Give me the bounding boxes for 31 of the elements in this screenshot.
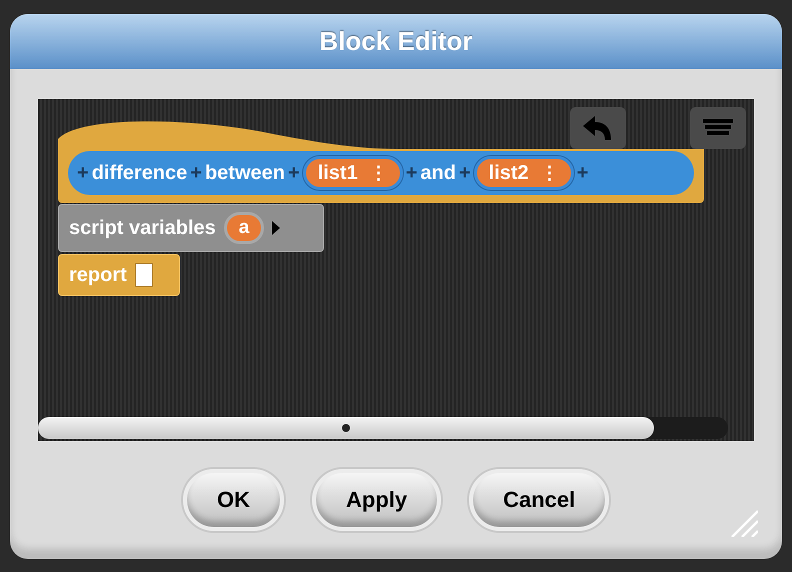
slot-name: list2 (488, 162, 529, 183)
undo-icon (583, 116, 613, 140)
dialog-button[interactable]: OK (183, 468, 284, 531)
block-label: difference (92, 162, 188, 183)
slot-menu[interactable]: ⋮ (370, 164, 388, 182)
dialog-button[interactable]: Cancel (469, 468, 610, 531)
block-label: between (204, 162, 285, 183)
title-bar[interactable]: Block Editor (10, 14, 782, 69)
keyboard-button[interactable] (690, 106, 746, 149)
plus-sign[interactable]: + (404, 162, 418, 183)
plus-sign[interactable]: + (576, 162, 590, 183)
block-label: and (420, 162, 456, 183)
empty-slot[interactable] (134, 262, 153, 287)
slot-menu[interactable]: ⋮ (540, 164, 559, 182)
undo-button[interactable] (570, 106, 626, 149)
plus-sign[interactable]: + (76, 162, 90, 183)
expand-arrow-icon[interactable] (272, 220, 280, 235)
dialog-button[interactable]: Apply (312, 468, 442, 531)
script-variables-block[interactable]: script variables a (58, 204, 324, 252)
input-slot[interactable]: list2 ⋮ (474, 156, 574, 190)
block-label: report (69, 262, 127, 288)
prototype-block[interactable]: +difference+between+ list1 ⋮ +and+ list2 ⋮ + (68, 150, 694, 195)
report-block[interactable]: report (58, 254, 180, 296)
window-title: Block Editor (319, 24, 473, 58)
input-slot[interactable]: list1 ⋮ (302, 156, 403, 190)
plus-sign[interactable]: + (287, 162, 301, 183)
block-label: script variables (69, 216, 216, 241)
plus-sign[interactable]: + (458, 162, 472, 183)
variable-slot[interactable]: a (224, 212, 264, 244)
plus-sign[interactable]: + (189, 162, 203, 183)
slot-name: list1 (318, 162, 358, 183)
